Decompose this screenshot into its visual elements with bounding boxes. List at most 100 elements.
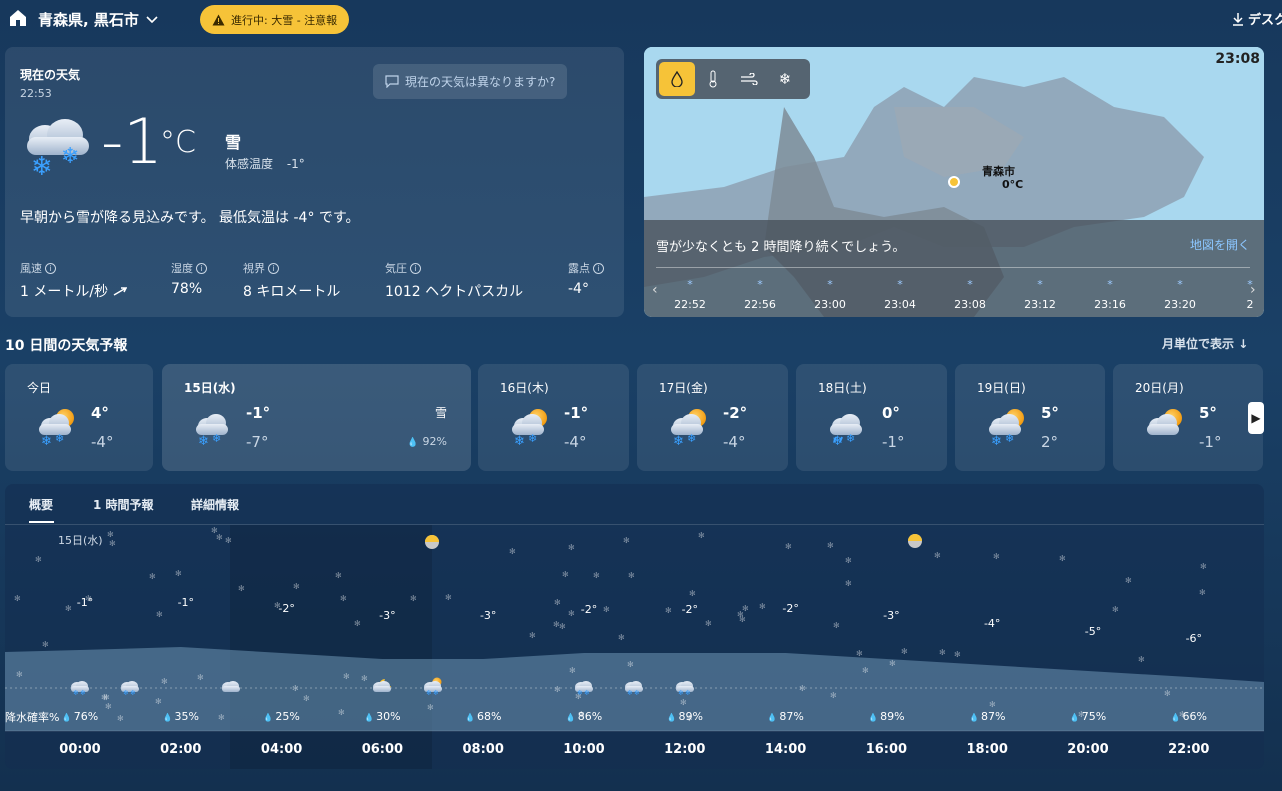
day-name: 16日(木) bbox=[500, 381, 549, 395]
droplet-icon: 💧 bbox=[1069, 713, 1080, 722]
tab-overview[interactable]: 概要 bbox=[29, 496, 53, 513]
day-name: 19日(日) bbox=[977, 381, 1026, 395]
location-selector[interactable]: 青森県, 黒石市 bbox=[38, 9, 159, 30]
download-button[interactable]: デスク bbox=[1232, 9, 1282, 28]
precip-value: 86% bbox=[577, 710, 603, 723]
snowflake-decor: ✻ bbox=[509, 547, 516, 556]
forecast-day-2[interactable]: 16日(木) ❄ ❄ -1° -4° bbox=[478, 364, 629, 471]
active-tab-indicator bbox=[29, 521, 54, 523]
snowflake-decor: ✻ bbox=[689, 589, 696, 598]
timeline-track[interactable] bbox=[656, 267, 1250, 268]
temperature-layer-button[interactable] bbox=[695, 62, 731, 96]
temp-label: -2° bbox=[278, 602, 295, 615]
timeline-time[interactable]: 23:00 bbox=[814, 298, 846, 311]
info-icon[interactable]: i bbox=[196, 262, 207, 274]
chevron-down-icon bbox=[146, 15, 158, 23]
droplet-icon: 💧 bbox=[565, 713, 576, 722]
snowflake-decor: ✻ bbox=[934, 551, 941, 560]
svg-text:❄: ❄ bbox=[514, 434, 525, 446]
top-bar: 青森県, 黒石市 進行中: 大雪 - 注意報 デスク bbox=[0, 0, 1282, 40]
snowflake-decor: ✻ bbox=[42, 640, 49, 649]
chevron-left-icon[interactable]: ‹ bbox=[652, 282, 658, 298]
day-high: 0° bbox=[882, 404, 900, 422]
day-name: 17日(金) bbox=[659, 381, 708, 395]
forecast-day-0[interactable]: 今日 ❄ ❄ 4° -4° bbox=[5, 364, 153, 471]
snowflake-decor: ✻ bbox=[197, 673, 204, 682]
timeline-time[interactable]: 23:04 bbox=[884, 298, 916, 311]
forecast-day-5[interactable]: 19日(日) ❄ ❄ 5° 2° bbox=[955, 364, 1105, 471]
timeline-snow-icon: * bbox=[687, 278, 693, 291]
timeline-time[interactable]: 22:56 bbox=[744, 298, 776, 311]
timeline-snow-icon: * bbox=[827, 278, 833, 291]
info-icon[interactable]: i bbox=[593, 262, 604, 274]
forecast-day-1[interactable]: 15日(水) ❄ ❄ -1° -7° 雪 💧 92% bbox=[162, 364, 471, 471]
timeline-time[interactable]: 23:08 bbox=[954, 298, 986, 311]
snowflake-decor: ✻ bbox=[554, 685, 561, 694]
snow-layer-button[interactable]: ❄ bbox=[767, 62, 803, 96]
weather-different-button[interactable]: 現在の天気は異なりますか? bbox=[373, 64, 568, 99]
snowflake-decor: ✻ bbox=[117, 714, 124, 723]
info-icon[interactable]: i bbox=[268, 262, 279, 274]
snowflake-decor: ✻ bbox=[628, 571, 635, 580]
temp-label: -3° bbox=[883, 609, 900, 622]
snowflake-decor: ✻ bbox=[665, 606, 672, 615]
day-low: -4° bbox=[723, 433, 746, 451]
snowflake-decor: ✻ bbox=[593, 571, 600, 580]
hour-label: 20:00 bbox=[1067, 742, 1109, 757]
day-high: -1° bbox=[246, 404, 271, 422]
timeline-time[interactable]: 22:52 bbox=[674, 298, 706, 311]
tab-hourly[interactable]: 1 時間予報 bbox=[93, 496, 154, 513]
precip-prob: 💧 35% bbox=[163, 710, 199, 723]
precip-prob: 💧 30% bbox=[364, 710, 400, 723]
snowflake-decor: ✻ bbox=[361, 674, 368, 683]
snowflake-decor: ✻ bbox=[35, 555, 42, 564]
info-icon[interactable]: i bbox=[410, 262, 421, 274]
chevron-right-icon: ▶ bbox=[1251, 411, 1261, 425]
snowflake-decor: ✻ bbox=[1164, 689, 1171, 698]
snowflake-decor: ✻ bbox=[14, 594, 21, 603]
droplet-icon: 💧 bbox=[1170, 713, 1181, 722]
hour-label: 02:00 bbox=[160, 742, 202, 757]
timeline-time[interactable]: 23:12 bbox=[1024, 298, 1056, 311]
snowflake-decor: ✻ bbox=[149, 572, 156, 581]
precip-prob: 💧 87% bbox=[767, 710, 803, 723]
snow-icon: ❄ ❄ bbox=[119, 677, 141, 699]
precip-prob: 💧 68% bbox=[465, 710, 501, 723]
wind-layer-button[interactable] bbox=[731, 62, 767, 96]
snowflake-decor: ✻ bbox=[739, 615, 746, 624]
monthly-label: 月単位で表示 bbox=[1162, 337, 1235, 351]
precipitation-layer-button[interactable] bbox=[659, 62, 695, 96]
snowflake-decor: ✻ bbox=[427, 703, 434, 712]
radar-map[interactable]: 青森市 0°C 23:08 ❄ 雪が少なくとも 2 時間降り続くでしょう。 地図… bbox=[644, 47, 1264, 317]
timeline-time[interactable]: 2 bbox=[1247, 298, 1254, 311]
forecast-day-3[interactable]: 17日(金) ❄ ❄ -2° -4° bbox=[637, 364, 788, 471]
droplet-icon: 💧 bbox=[263, 713, 274, 722]
alert-badge[interactable]: 進行中: 大雪 - 注意報 bbox=[200, 5, 350, 34]
tab-details[interactable]: 詳細情報 bbox=[191, 496, 239, 513]
warning-icon bbox=[212, 14, 225, 25]
snowflake-decor: ✻ bbox=[1112, 605, 1119, 614]
precip-value: 87% bbox=[980, 710, 1006, 723]
forecast-day-4[interactable]: 18日(土) ❄ ❄ 0° -1° bbox=[796, 364, 947, 471]
timeline-time[interactable]: 23:20 bbox=[1164, 298, 1196, 311]
metric-label: 風速 bbox=[20, 262, 42, 275]
next-days-button[interactable]: ▶ bbox=[1248, 402, 1264, 434]
snowflake-decor: ✻ bbox=[901, 647, 908, 656]
open-map-link[interactable]: 地図を開く bbox=[1190, 236, 1250, 253]
snowflake-decor: ✻ bbox=[175, 569, 182, 578]
map-message: 雪が少なくとも 2 時間降り続くでしょう。 bbox=[656, 240, 906, 255]
home-icon[interactable] bbox=[8, 8, 28, 28]
day-low: 2° bbox=[1041, 433, 1059, 451]
snowflake-decor: ✻ bbox=[1138, 655, 1145, 664]
weather-different-label: 現在の天気は異なりますか? bbox=[405, 75, 556, 89]
monthly-view-link[interactable]: 月単位で表示 ↓ bbox=[1162, 335, 1248, 352]
info-icon[interactable]: i bbox=[45, 262, 56, 274]
temp-label: -6° bbox=[1185, 632, 1203, 645]
precip-value: 66% bbox=[1182, 710, 1208, 723]
forecast-day-6[interactable]: 20日(月) 5° -1° bbox=[1113, 364, 1263, 471]
timeline-time[interactable]: 23:16 bbox=[1094, 298, 1126, 311]
moon-cloud-icon bbox=[371, 677, 393, 699]
metric-visibility: 視界 i 8 キロメートル bbox=[243, 260, 340, 301]
day-name: 20日(月) bbox=[1135, 381, 1184, 395]
svg-text:❄: ❄ bbox=[426, 689, 432, 695]
